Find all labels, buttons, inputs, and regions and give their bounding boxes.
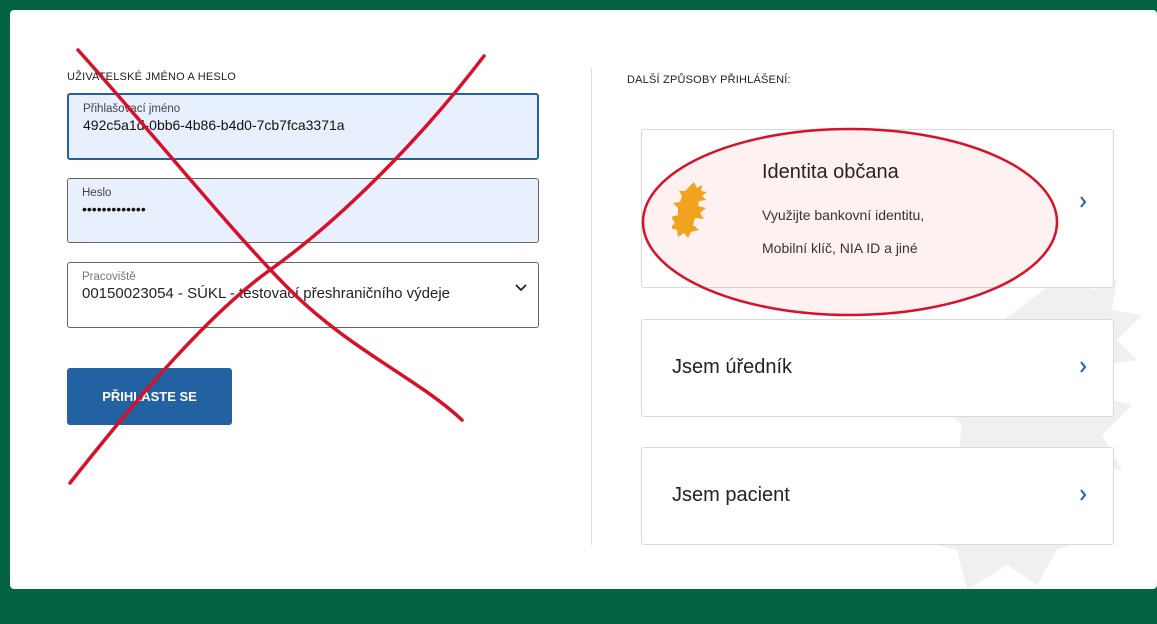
login-button[interactable]: PŘIHLASTE SE: [67, 368, 232, 425]
option-title: Identita občana: [762, 161, 899, 183]
option-desc-line1: Využijte bankovní identitu,: [762, 207, 925, 223]
password-value: •••••••••••••: [82, 201, 146, 217]
option-citizen-identity[interactable]: Identita občana Využijte bankovní identi…: [641, 129, 1114, 288]
password-field[interactable]: Heslo •••••••••••••: [67, 178, 539, 243]
czech-lion-icon: [672, 182, 707, 238]
workplace-label: Pracoviště: [82, 271, 136, 283]
option-title: Jsem úředník: [672, 356, 793, 378]
workplace-value: 00150023054 - SÚKL - testovací přeshrani…: [82, 285, 451, 302]
option-desc-line2: Mobilní klíč, NIA ID a jiné: [762, 240, 918, 256]
chevron-right-icon: [1080, 196, 1087, 208]
username-field[interactable]: Přihlašovací jméno 492c5a1d-0bb6-4b86-b4…: [67, 93, 539, 160]
option-official[interactable]: Jsem úředník: [641, 319, 1114, 417]
option-title: Jsem pacient: [672, 484, 790, 506]
option-patient[interactable]: Jsem pacient: [641, 447, 1114, 545]
chevron-right-icon: [1080, 361, 1087, 373]
workplace-select[interactable]: Pracoviště 00150023054 - SÚKL - testovac…: [67, 262, 539, 328]
login-card: UŽIVATELSKÉ JMÉNO A HESLO Přihlašovací j…: [10, 10, 1157, 589]
login-section-label: UŽIVATELSKÉ JMÉNO A HESLO: [67, 71, 237, 83]
other-methods-label: DALŠÍ ZPŮSOBY PŘIHLÁŠENÍ:: [627, 74, 791, 86]
username-value: 492c5a1d-0bb6-4b86-b4d0-7cb7fca3371a: [83, 117, 345, 133]
chevron-down-icon: [515, 284, 527, 292]
password-label: Heslo: [82, 187, 112, 199]
column-divider: [591, 68, 592, 545]
username-label: Přihlašovací jméno: [83, 103, 181, 115]
chevron-right-icon: [1080, 489, 1087, 501]
